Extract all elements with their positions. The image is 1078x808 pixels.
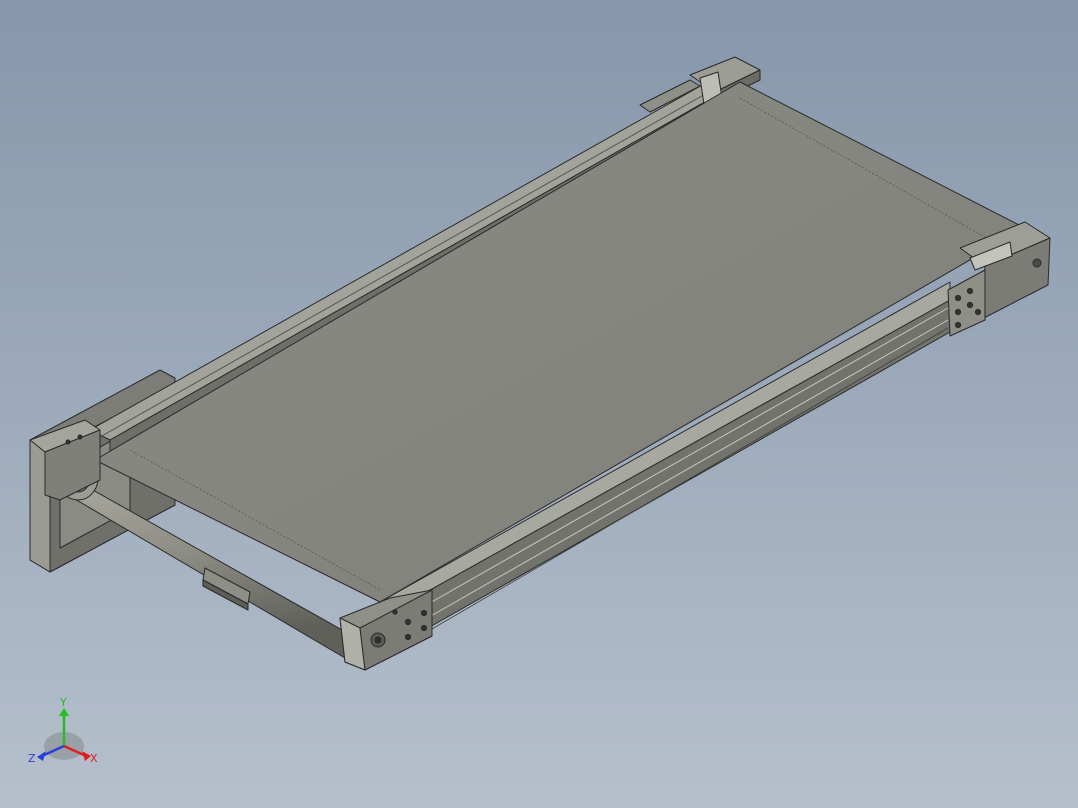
right-mounting-plate (947, 269, 986, 337)
triad-y-label: Y (59, 696, 67, 709)
triad-z-label: Z (28, 752, 36, 765)
triad-x-label: X (90, 752, 98, 765)
pulley-bolt-right (1032, 258, 1042, 268)
graphics-viewport[interactable]: Y X Z (0, 0, 1078, 808)
belt-conveyor-model[interactable] (29, 56, 1051, 671)
front-right-end-plate (339, 589, 433, 671)
model-canvas[interactable]: Y X Z (0, 0, 1078, 808)
coordinate-triad[interactable]: Y X Z (28, 696, 98, 765)
